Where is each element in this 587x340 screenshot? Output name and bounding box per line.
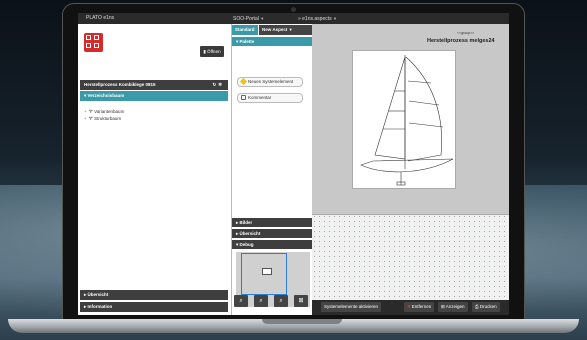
- canvas-title: Herstellprozess melges24: [427, 38, 495, 44]
- open-button[interactable]: ▮ Öffnen: [200, 46, 224, 57]
- show-label: Anzeigen: [445, 304, 465, 309]
- show-button[interactable]: ⊞ Anzeigen: [438, 302, 468, 312]
- print-icon: ⎙: [475, 304, 479, 309]
- diagram-canvas[interactable]: <<group>> Herstellprozess melges24: [312, 24, 509, 315]
- laptop-notch: [262, 319, 342, 324]
- palette-header-label: Palette: [239, 39, 255, 44]
- project-header: Herstellprozess Kombiklege 0815 ↻✲: [80, 80, 228, 90]
- logo-square: [94, 43, 99, 48]
- activate-elements-button[interactable]: Systemelemente aktivieren: [321, 302, 382, 312]
- accordion-information[interactable]: ▸ Information: [80, 302, 228, 312]
- show-icon: ⊞: [441, 304, 445, 309]
- accordion-images[interactable]: ▸ Bilder: [232, 218, 312, 227]
- caret-down-icon: ▼: [333, 16, 337, 21]
- fit-screen-icon[interactable]: ⊠: [294, 295, 308, 307]
- middle-panel: Standard New Aspect ▼ ▾ Palette Neues Sy…: [231, 24, 312, 315]
- palette-header[interactable]: ▾ Palette: [232, 37, 312, 46]
- app-name: PLATO e1ns: [86, 15, 115, 21]
- accordion-information-label: Information: [87, 304, 113, 309]
- tree-node-icon: 🝖: [88, 116, 93, 121]
- zoom-out-icon[interactable]: ⌕: [234, 295, 248, 307]
- minimap-node: [262, 268, 272, 275]
- app-screen: PLATO e1ns SOO-Portal ▼ » e1ns.aspects ▼…: [78, 13, 509, 315]
- open-button-label: Öffnen: [207, 49, 221, 54]
- aspect-tabs: Standard New Aspect ▼: [232, 25, 312, 35]
- accordion-overview-middle-label: Übersicht: [239, 231, 261, 236]
- tree-header[interactable]: ▾ Verzeichnisbaum: [80, 91, 228, 101]
- tab-new-aspect[interactable]: New Aspect ▼: [259, 25, 312, 35]
- breadcrumb-portal-label: SOO-Portal: [233, 16, 259, 22]
- zoom-in-icon[interactable]: ⌕: [254, 295, 268, 307]
- logo-square: [94, 35, 99, 40]
- app-logo: [84, 33, 103, 52]
- tab-standard[interactable]: Standard: [232, 25, 258, 35]
- diamond-icon: [239, 78, 248, 86]
- logo-square: [86, 43, 91, 48]
- logo-square: [86, 35, 91, 40]
- tree-header-label: Verzeichnisbaum: [87, 93, 125, 98]
- comment-label: Kommentar: [248, 95, 272, 100]
- group-element[interactable]: <<group>> Herstellprozess melges24: [312, 24, 509, 215]
- minimap-viewport[interactable]: [241, 253, 287, 295]
- tab-new-aspect-label: New Aspect: [262, 27, 288, 32]
- camera: [291, 7, 296, 12]
- title-bar: PLATO e1ns SOO-Portal ▼ » e1ns.aspects ▼: [78, 13, 509, 24]
- print-label: Drucken: [479, 304, 497, 309]
- accordion-overview[interactable]: ▸ Übersicht: [80, 290, 228, 300]
- accordion-overview-middle[interactable]: ▸ Übersicht: [232, 229, 312, 238]
- sailboat-drawing: [360, 55, 454, 186]
- new-system-element-button[interactable]: Neues Systemelement: [237, 77, 303, 87]
- caret-down-icon: ▼: [288, 27, 293, 32]
- breadcrumb-aspects-label: e1ns.aspects: [302, 16, 332, 22]
- remove-button[interactable]: ✕Entfernen: [404, 302, 435, 312]
- accordion-debug[interactable]: ▾ Debug: [232, 240, 312, 249]
- tree-item-label: Strukturbaum: [94, 116, 122, 121]
- remove-label: Entfernen: [411, 304, 432, 309]
- tree-item-structure[interactable]: + 🝖 Strukturbaum: [84, 113, 121, 123]
- accordion-overview-label: Übersicht: [87, 292, 109, 297]
- caret-down-icon: ▼: [260, 16, 265, 21]
- project-title: Herstellprozess Kombiklege 0815: [84, 82, 156, 87]
- sailboat-image[interactable]: [352, 50, 456, 189]
- project-controls: ↻✲: [212, 80, 224, 90]
- laptop-base: [8, 319, 579, 333]
- new-system-element-label: Neues Systemelement: [248, 79, 294, 84]
- settings-icon[interactable]: ✲: [218, 82, 224, 87]
- print-button[interactable]: ⎙ Drucken: [472, 302, 500, 312]
- accordion-images-label: Bilder: [239, 220, 253, 225]
- close-icon: ✕: [407, 304, 411, 309]
- zoom-fit-icon[interactable]: ⌕: [274, 295, 288, 307]
- group-stereotype-label: <<group>>: [457, 31, 475, 35]
- expand-icon[interactable]: +: [84, 116, 87, 121]
- accordion-debug-label: Debug: [239, 242, 254, 247]
- left-panel: ▮ Öffnen Herstellprozess Kombiklege 0815…: [78, 24, 230, 315]
- canvas-toolbar: Systemelemente aktivieren ✕Entfernen ⊞ A…: [312, 300, 509, 315]
- comment-icon: [241, 95, 246, 101]
- comment-button[interactable]: Kommentar: [237, 93, 303, 103]
